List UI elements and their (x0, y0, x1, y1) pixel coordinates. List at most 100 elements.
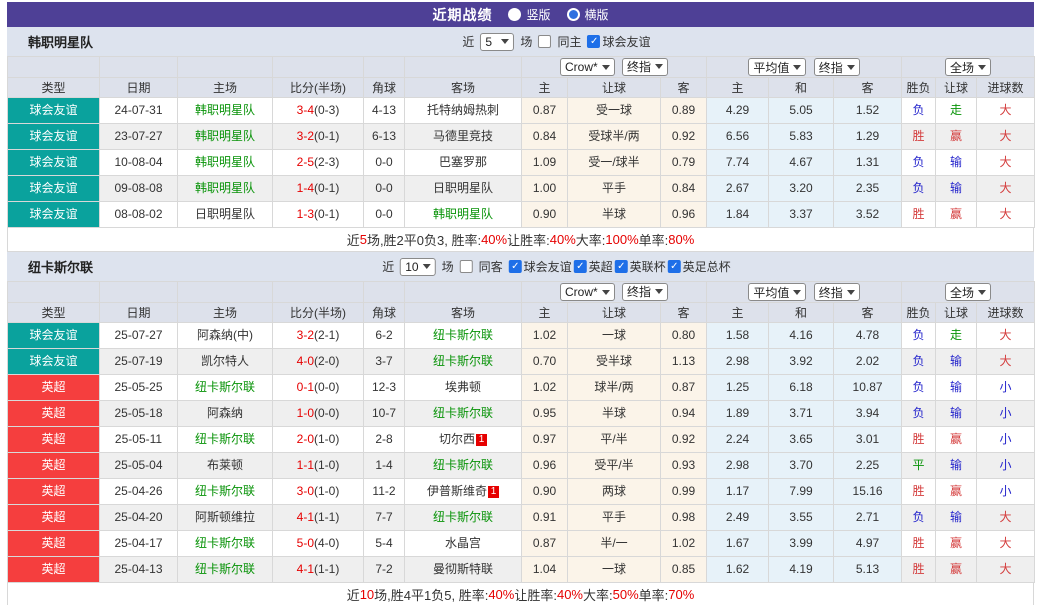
radio-horizontal-icon[interactable] (567, 8, 580, 21)
home-team-name: 纽卡斯尔联 (195, 380, 255, 394)
match-type-badge: 球会友谊 (8, 98, 100, 124)
corner-cell: 11-2 (364, 479, 405, 505)
result-handicap: 输 (936, 375, 977, 401)
corner-cell: 0-0 (364, 202, 405, 228)
titlebar: 近期战绩 竖版 横版 (7, 2, 1034, 27)
match-type-badge: 球会友谊 (8, 202, 100, 228)
summary-part: 近 (347, 230, 360, 249)
avg-stage-select[interactable]: 终指 (814, 283, 860, 301)
result-goals: 大 (977, 557, 1035, 583)
recent-count-select[interactable]: 10 (400, 258, 435, 276)
odds-handicap: 半/一 (568, 531, 661, 557)
match-date: 25-04-26 (100, 479, 178, 505)
halftime-score: (1-1) (314, 562, 339, 576)
odds-group: Crow* 终指 (522, 282, 707, 303)
league-checkbox[interactable] (587, 35, 600, 48)
odds-stage-select[interactable]: 终指 (622, 283, 668, 301)
halftime-score: (0-3) (314, 103, 339, 117)
result-handicap: 输 (936, 401, 977, 427)
away-team-cell: 托特纳姆热刺 (405, 98, 522, 124)
fulltime-score: 1-0 (297, 406, 314, 420)
odds-company-select[interactable]: Crow* (560, 283, 615, 301)
odds-home: 0.95 (522, 401, 568, 427)
match-type-badge: 球会友谊 (8, 124, 100, 150)
chevron-down-icon (847, 290, 855, 295)
odds-home: 0.96 (522, 453, 568, 479)
away-team-name: 托特纳姆热刺 (427, 103, 499, 117)
odds-away: 0.96 (661, 202, 707, 228)
scope-select[interactable]: 全场 (945, 58, 991, 76)
chevron-down-icon (793, 65, 801, 70)
match-date: 25-07-27 (100, 323, 178, 349)
avg-home: 1.84 (707, 202, 769, 228)
same-side-checkbox[interactable] (460, 260, 473, 273)
halftime-score: (2-1) (314, 328, 339, 342)
match-date: 24-07-31 (100, 98, 178, 124)
match-date: 08-08-02 (100, 202, 178, 228)
league-checkbox[interactable] (668, 260, 681, 273)
match-date: 25-05-11 (100, 427, 178, 453)
radio-vertical-label: 竖版 (526, 6, 550, 23)
score-cell: 3-2(0-1) (273, 124, 364, 150)
filter-bar: 近 10 场 同客 球会友谊 英超 英联杯 英足总杯 (382, 252, 730, 281)
home-team-name: 阿森纳 (207, 406, 243, 420)
avg-draw: 4.19 (769, 557, 834, 583)
odds-company-select[interactable]: Crow* (560, 58, 615, 76)
match-row: 英超 25-05-04 布莱顿 1-1(1-0) 1-4 纽卡斯尔联 0.96 … (8, 453, 1035, 479)
avg-draw: 5.83 (769, 124, 834, 150)
home-team-cell: 纽卡斯尔联 (178, 427, 273, 453)
avg-away: 3.01 (834, 427, 902, 453)
avg-away: 2.25 (834, 453, 902, 479)
avg-stage-select[interactable]: 终指 (814, 58, 860, 76)
same-side-checkbox[interactable] (538, 35, 551, 48)
league-checkbox[interactable] (509, 260, 522, 273)
avg-draw: 3.99 (769, 531, 834, 557)
results-table: Crow* 终指 平均值 终指 全场 类型日期主场比分(半场)角球客场主让球客主… (7, 56, 1035, 228)
avg-home: 7.74 (707, 150, 769, 176)
home-team-cell: 布莱顿 (178, 453, 273, 479)
score-cell: 3-2(2-1) (273, 323, 364, 349)
home-team-name: 韩职明星队 (195, 155, 255, 169)
odds-away: 0.94 (661, 401, 707, 427)
scope-select[interactable]: 全场 (945, 283, 991, 301)
layout-radio-horizontal: 横版 (567, 6, 609, 23)
summary-part: 5 (360, 232, 367, 247)
fulltime-score: 4-1 (297, 510, 314, 524)
avg-draw: 7.99 (769, 479, 834, 505)
avg-type-select[interactable]: 平均值 (748, 58, 806, 76)
home-team-cell: 纽卡斯尔联 (178, 375, 273, 401)
odds-home: 0.84 (522, 124, 568, 150)
away-team-cell: 纽卡斯尔联 (405, 453, 522, 479)
match-row: 球会友谊 24-07-31 韩职明星队 3-4(0-3) 4-13 托特纳姆热刺… (8, 98, 1035, 124)
games-label: 场 (520, 33, 532, 50)
filter-bar: 近 5 场 同主 球会友谊 (462, 27, 650, 56)
league-checkbox-label: 球会友谊 (602, 33, 650, 50)
home-team-name: 韩职明星队 (195, 103, 255, 117)
chevron-down-icon (847, 65, 855, 70)
result-winloss: 负 (902, 323, 936, 349)
match-row: 球会友谊 25-07-27 阿森纳(中) 3-2(2-1) 6-2 纽卡斯尔联 … (8, 323, 1035, 349)
score-cell: 2-0(1-0) (273, 427, 364, 453)
odds-handicap: 受半球 (568, 349, 661, 375)
league-checkbox[interactable] (574, 260, 587, 273)
summary-part: 70% (668, 587, 694, 602)
recent-count-select[interactable]: 5 (480, 33, 514, 51)
away-team-name: 纽卡斯尔联 (433, 354, 493, 368)
odds-home: 0.91 (522, 505, 568, 531)
fulltime-score: 5-0 (297, 536, 314, 550)
match-row: 英超 25-05-18 阿森纳 1-0(0-0) 10-7 纽卡斯尔联 0.95… (8, 401, 1035, 427)
avg-home: 6.56 (707, 124, 769, 150)
result-winloss: 胜 (902, 479, 936, 505)
odds-stage-select[interactable]: 终指 (622, 58, 668, 76)
radio-horizontal-label: 横版 (585, 6, 609, 23)
halftime-score: (0-1) (314, 207, 339, 221)
avg-type-select[interactable]: 平均值 (748, 283, 806, 301)
avg-draw: 3.70 (769, 453, 834, 479)
summary-part: 让胜率: (514, 585, 557, 604)
league-filter: 英足总杯 (666, 258, 731, 275)
avg-home: 1.25 (707, 375, 769, 401)
corner-cell: 7-2 (364, 557, 405, 583)
league-checkbox[interactable] (615, 260, 628, 273)
odds-away: 0.99 (661, 479, 707, 505)
radio-vertical-icon[interactable] (508, 8, 521, 21)
